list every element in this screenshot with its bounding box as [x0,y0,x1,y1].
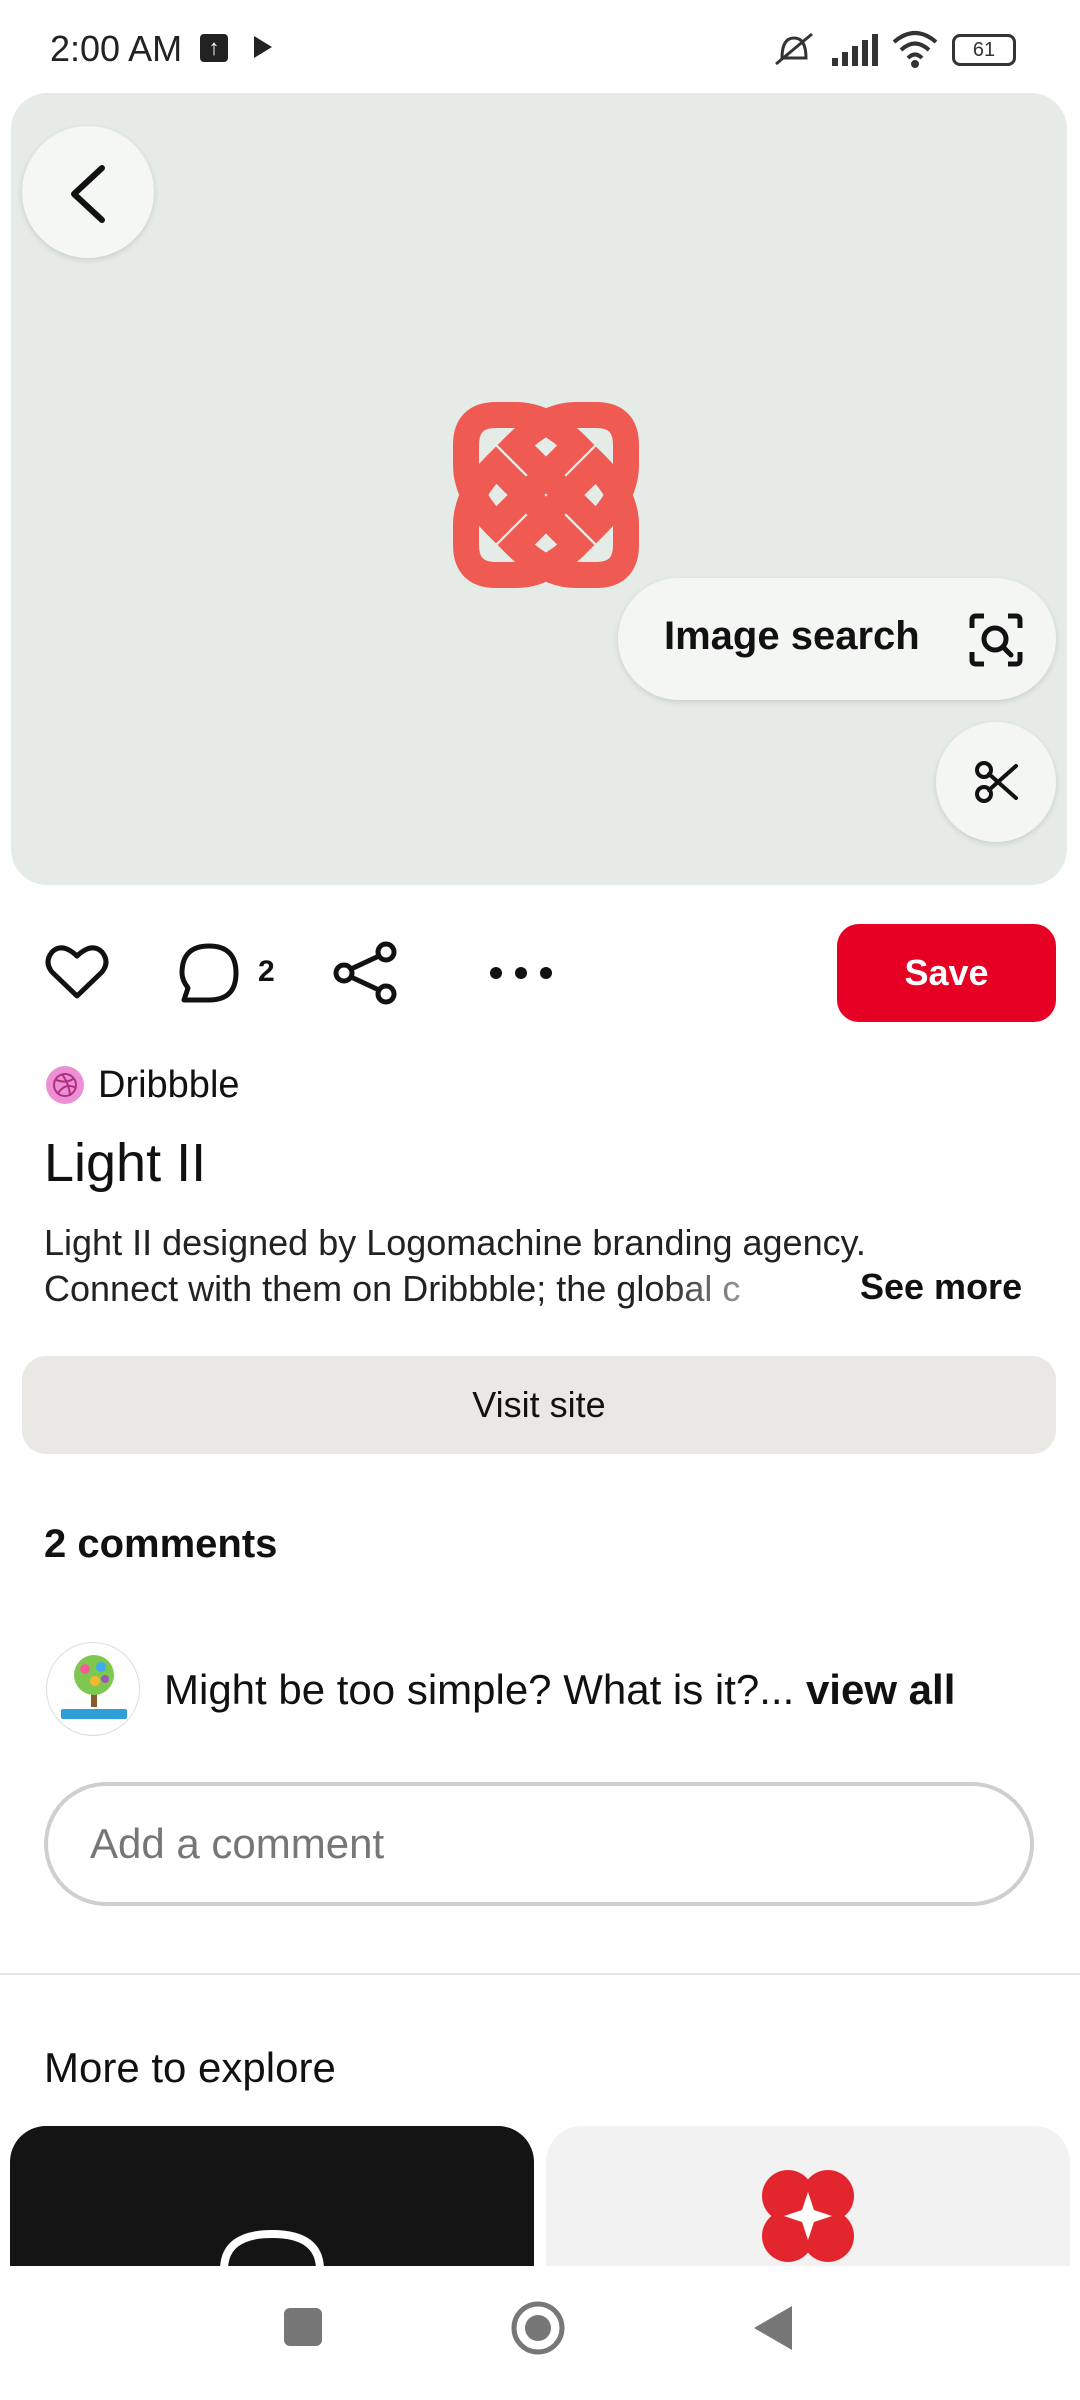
dribbble-icon [46,1066,84,1104]
visit-site-button[interactable]: Visit site [22,1356,1056,1454]
view-all-comments-link[interactable]: view all [806,1666,955,1713]
status-bar: 2:00 AM ↑ 61 [0,0,1080,92]
crop-scissors-button[interactable] [936,722,1056,842]
recent-apps-button[interactable] [284,2308,322,2346]
save-button[interactable]: Save [837,924,1056,1022]
back-nav-button[interactable] [752,2304,794,2352]
explore-pin-image [220,2230,324,2266]
image-search-button[interactable]: Image search [618,578,1056,700]
signal-icon [832,34,878,66]
scissors-icon [975,761,1018,803]
pin-image[interactable] [11,93,1067,885]
system-navigation-bar [0,2266,1080,2400]
chevron-left-icon [71,165,105,223]
section-divider [0,1973,1080,1975]
play-notification-icon [254,36,272,58]
more-to-explore-heading: More to explore [44,2044,336,2091]
share-icon[interactable] [330,940,400,1006]
status-time: 2:00 AM [50,28,183,69]
description-line: Light II designed by Logomachine brandin… [44,1222,866,1263]
explore-pin-card[interactable] [546,2126,1070,2266]
back-button[interactable] [22,126,154,258]
pin-logo-image [453,402,639,588]
add-comment-input[interactable]: Add a comment [44,1782,1034,1906]
more-options-icon[interactable] [486,962,556,984]
comments-heading: 2 comments [44,1522,278,1566]
comment-preview-text: Might be too simple? What is it?... [164,1666,795,1713]
pin-title: Light II [44,1133,207,1193]
comment-preview[interactable]: Might be too simple? What is it?... view… [164,1666,955,1714]
description-line: Connect with them on Dribbble; the globa… [44,1268,741,1309]
battery-indicator: 61 [952,34,1016,66]
comment-count: 2 [258,955,275,988]
explore-pin-image [762,2170,854,2262]
upload-notification-icon: ↑ [200,34,228,62]
home-button[interactable] [510,2300,566,2356]
heart-icon[interactable] [44,942,110,1002]
explore-pin-card[interactable] [10,2126,534,2266]
image-search-label: Image search [664,614,920,658]
visual-search-icon [969,613,1023,667]
see-more-link[interactable]: See more [860,1266,1022,1308]
comment-icon[interactable] [178,942,240,1004]
mute-icon [775,32,813,66]
commenter-avatar[interactable] [46,1642,140,1736]
source-name: Dribbble [98,1064,240,1106]
wifi-icon [892,31,938,68]
